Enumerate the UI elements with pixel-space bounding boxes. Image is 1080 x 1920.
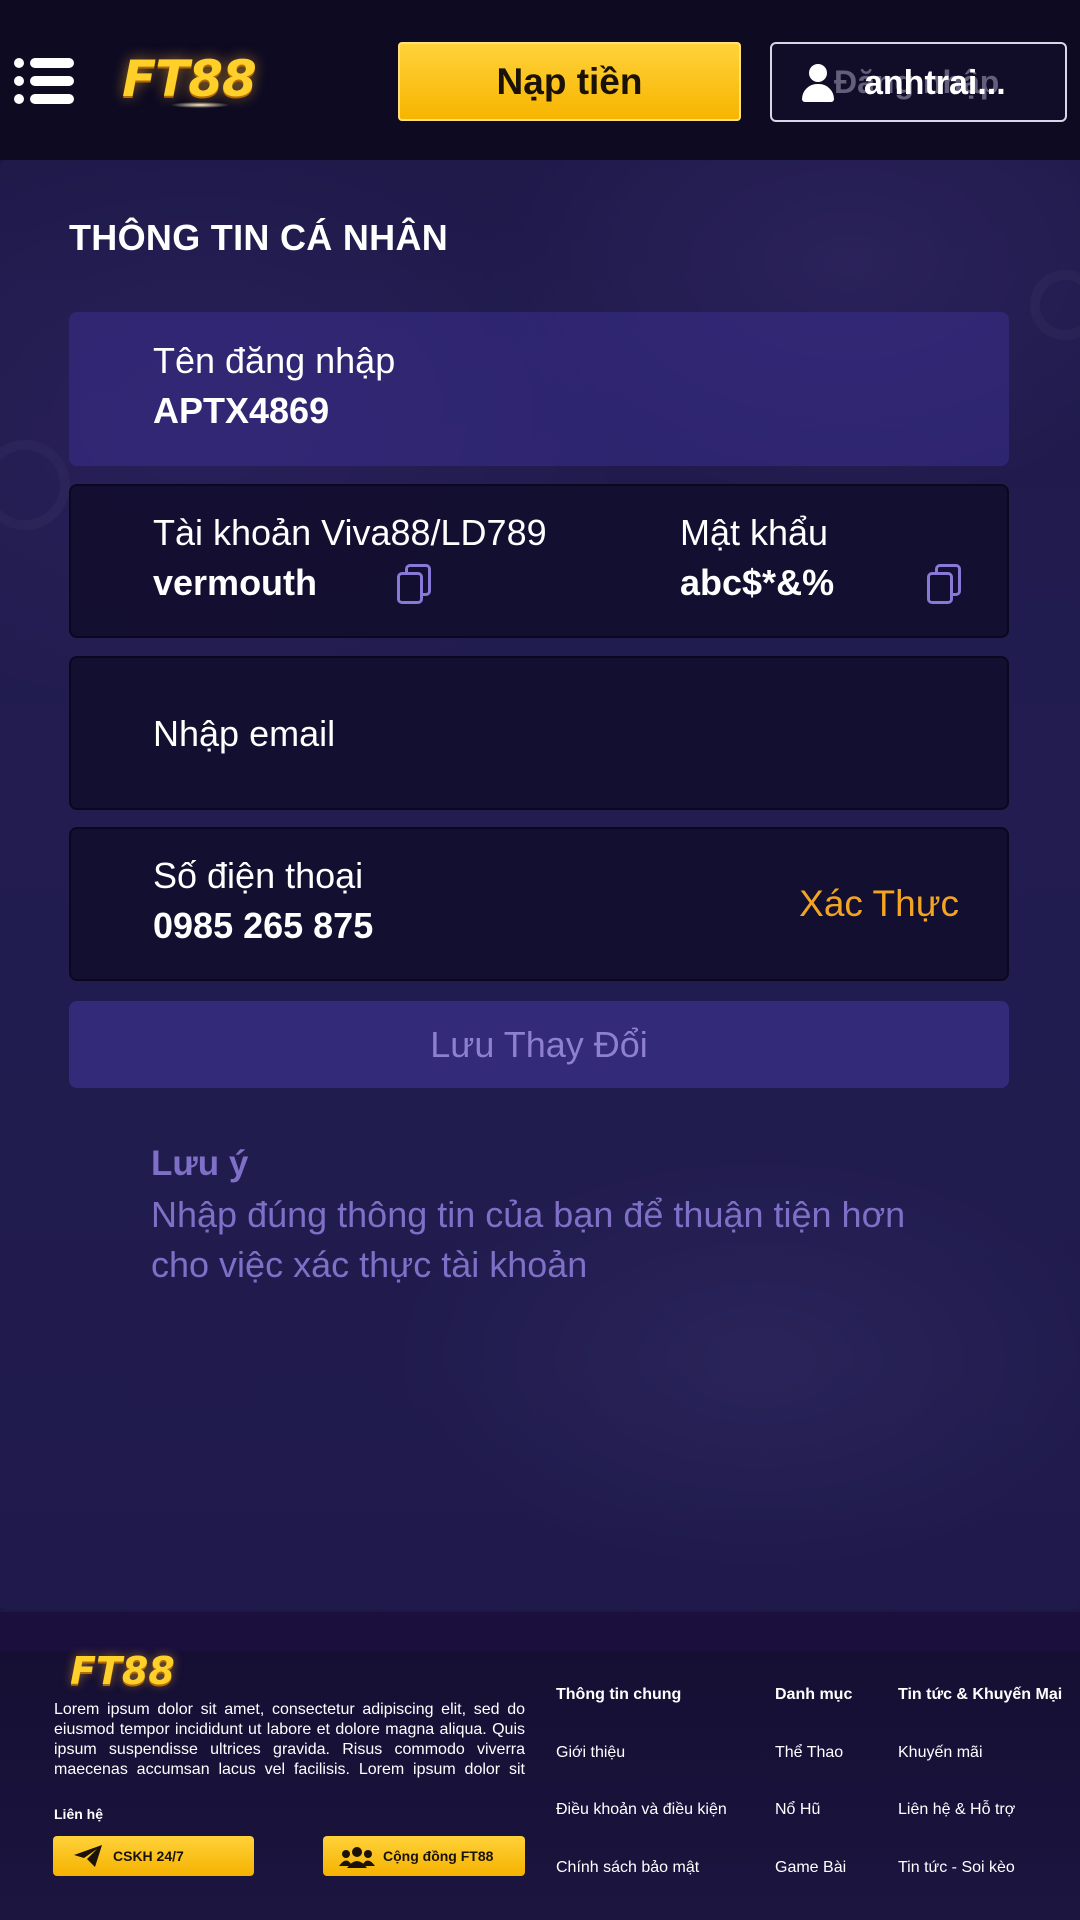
page-title: THÔNG TIN CÁ NHÂN: [69, 217, 449, 258]
account-card: Tài khoản Viva88/LD789 vermouth Mật khẩu…: [69, 484, 1009, 638]
copy-password-icon[interactable]: [927, 564, 961, 604]
username-label: Tên đăng nhập: [153, 340, 396, 381]
password-value: abc$*&%: [680, 562, 835, 603]
email-field[interactable]: [153, 706, 913, 762]
verify-button[interactable]: Xác Thực: [799, 883, 959, 925]
cskh-button[interactable]: CSKH 24/7: [53, 1836, 254, 1876]
telegram-plane-icon: [74, 1845, 102, 1867]
footer-link-privacy[interactable]: Chính sách bảo mật: [556, 1859, 699, 1877]
brand-logo[interactable]: FT88: [122, 50, 257, 108]
copy-account-icon[interactable]: [397, 564, 431, 604]
footer-link-promotions[interactable]: Khuyến mãi: [898, 1744, 983, 1762]
footer-divider: [0, 1612, 1080, 1652]
username-card: Tên đăng nhập APTX4869: [69, 312, 1009, 466]
phone-card: Số điện thoại 0985 265 875 Xác Thực: [69, 827, 1009, 981]
footer-col-category-heading: Danh mục: [775, 1686, 853, 1703]
footer-link-news[interactable]: Tin tức - Soi kèo: [898, 1859, 1015, 1877]
phone-label: Số điện thoại: [153, 855, 364, 896]
community-button[interactable]: Cộng đồng FT88: [323, 1836, 525, 1876]
hamburger-menu-icon[interactable]: [14, 58, 74, 104]
top-header: FT88 Nạp tiền Đăng nhập anhtrai...: [0, 0, 1080, 160]
footer-link-support[interactable]: Liên hệ & Hỗ trợ: [898, 1801, 1015, 1819]
footer-logo[interactable]: FT88: [70, 1649, 175, 1693]
footer-link-sports[interactable]: Thể Thao: [775, 1744, 843, 1762]
account-label: Tài khoản Viva88/LD789: [153, 512, 547, 553]
contact-label: Liên hệ: [54, 1806, 104, 1822]
cskh-label: CSKH 24/7: [113, 1848, 184, 1864]
password-label: Mật khẩu: [680, 512, 829, 553]
username-display: anhtrai...: [864, 64, 1006, 102]
email-card: [69, 656, 1009, 810]
save-changes-button[interactable]: Lưu Thay Đổi: [69, 1001, 1009, 1088]
user-icon: [802, 64, 834, 104]
account-value: vermouth: [153, 562, 318, 603]
footer-link-about[interactable]: Giới thiệu: [556, 1744, 625, 1762]
footer-link-terms[interactable]: Điều khoản và điều kiện: [556, 1801, 727, 1819]
footer-col-general-heading: Thông tin chung: [556, 1686, 682, 1703]
username-value: APTX4869: [153, 390, 330, 431]
note-title: Lưu ý: [151, 1144, 249, 1183]
footer-link-card-games[interactable]: Game Bài: [775, 1859, 846, 1877]
community-label: Cộng đồng FT88: [383, 1848, 494, 1864]
logo-glow: [170, 102, 230, 108]
phone-value: 0985 265 875: [153, 905, 374, 946]
users-group-icon: [339, 1847, 375, 1868]
user-account-button[interactable]: Đăng nhập anhtrai...: [770, 42, 1067, 122]
footer-description: Lorem ipsum dolor sit amet, consectetur …: [54, 1701, 525, 1778]
note-text: Nhập đúng thông tin của bạn để thuận tiệ…: [151, 1194, 906, 1285]
footer-link-slots[interactable]: Nổ Hũ: [775, 1801, 820, 1819]
deposit-button[interactable]: Nạp tiền: [398, 42, 741, 121]
footer-col-news-heading: Tin tức & Khuyến Mại: [898, 1686, 1063, 1703]
